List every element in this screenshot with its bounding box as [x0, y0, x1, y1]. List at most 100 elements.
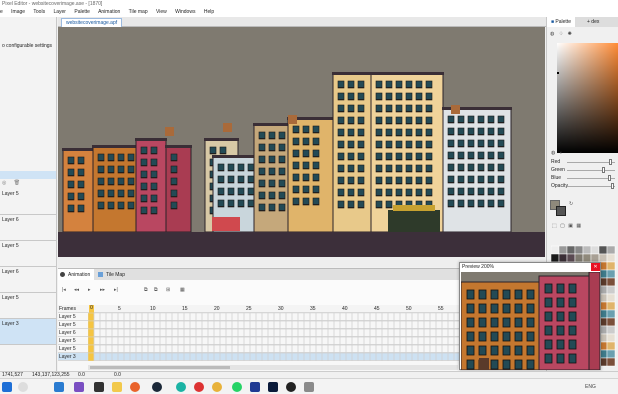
whatsapp-icon[interactable] [232, 382, 242, 392]
menu-item-view[interactable]: View [156, 9, 167, 15]
firefox-icon[interactable] [130, 382, 140, 392]
window-ledge [108, 208, 114, 209]
window-ledge [141, 153, 147, 154]
slider-thumb[interactable] [607, 175, 611, 181]
slider-thumb[interactable] [608, 159, 612, 165]
menu-item-animation[interactable]: Animation [98, 9, 120, 15]
layer-row[interactable]: Layer 5 [0, 189, 56, 215]
frame-cell [387, 344, 395, 354]
menu-item[interactable]: e [0, 9, 3, 15]
document-tab[interactable]: websitecoverimage.apf [61, 18, 123, 27]
window [375, 152, 383, 161]
chrome-icon[interactable] [212, 382, 222, 392]
window-ledge [238, 194, 244, 195]
eye-icon[interactable]: ◎ [2, 180, 6, 186]
add-frame-icon[interactable]: ⊞ [166, 287, 170, 293]
play-icon[interactable]: ▸ [88, 287, 91, 293]
delete-icon[interactable]: 🗑 [14, 180, 20, 186]
photoshop-icon[interactable] [268, 382, 278, 392]
language-indicator[interactable]: ENG [585, 384, 596, 390]
window [357, 200, 365, 209]
menu-item-tilemap[interactable]: Tile map [129, 9, 148, 15]
tab-palette[interactable]: ■ Palette [547, 17, 575, 27]
palette-add-icon[interactable]: ⬚ [552, 223, 557, 229]
pixel-art-canvas[interactable] [58, 27, 545, 267]
slider-thumb[interactable] [602, 167, 606, 173]
timeline-scrollbar[interactable] [88, 365, 458, 370]
dropper-icon[interactable]: ♢ [559, 31, 563, 37]
palette-icon[interactable]: ◍ [550, 31, 554, 37]
windows-icon[interactable] [2, 382, 12, 392]
app-icon[interactable] [286, 382, 296, 392]
frame-cell [285, 320, 293, 330]
search-icon[interactable] [18, 382, 28, 392]
menu-item-help[interactable]: Help [204, 9, 214, 15]
vscode-icon[interactable] [54, 382, 64, 392]
window-ledge [478, 122, 484, 123]
frame-cell [243, 336, 251, 346]
powershell-icon[interactable] [250, 382, 260, 392]
close-icon[interactable]: ✕ [591, 263, 600, 271]
steam-icon[interactable] [152, 382, 162, 392]
menu-item-tools[interactable]: Tools [33, 9, 45, 15]
terminal-icon[interactable] [94, 382, 104, 392]
layer-row[interactable]: Layer 6 [0, 215, 56, 241]
menu-item-palette[interactable]: Palette [74, 9, 90, 15]
canvas-area[interactable] [58, 27, 545, 267]
onion-skin-icon[interactable]: ⧉ [144, 287, 148, 293]
scroll-thumb[interactable] [90, 366, 230, 369]
prev-frame-icon[interactable]: ◂◂ [74, 287, 79, 293]
appicon-2[interactable] [304, 382, 314, 392]
window-ledge [376, 207, 382, 208]
preview-window [514, 289, 523, 300]
frame-cells[interactable] [88, 305, 460, 361]
last-frame-icon[interactable]: ▸| [114, 287, 118, 293]
hsv-icon[interactable]: ◐ [560, 150, 563, 156]
copy-frame-icon[interactable]: ⧉ [154, 287, 158, 293]
menu-item-windows[interactable]: Windows [175, 9, 195, 15]
window [67, 180, 75, 189]
timeline-grid[interactable]: Frames 0 5 10 15 20 25 30 35 40 45 50 55… [58, 305, 460, 369]
palette-swatch [606, 277, 616, 287]
explorer-icon[interactable] [112, 382, 122, 392]
palette-load-icon[interactable]: ▢ [560, 223, 565, 229]
film-icon[interactable]: ▦ [180, 287, 185, 293]
settings-icon[interactable]: ✺ [568, 31, 572, 37]
rgb-icon[interactable]: ◍ [551, 150, 555, 156]
color-picker[interactable] [557, 43, 618, 153]
palette-edit-icon[interactable]: ▦ [576, 223, 581, 229]
red-slider[interactable] [567, 162, 615, 163]
layer-row[interactable]: Layer 5 [0, 293, 56, 319]
frame-cell [249, 312, 257, 322]
frame-cell [105, 344, 113, 354]
tab-tile-map[interactable]: Tile Map [96, 269, 129, 280]
window [447, 199, 455, 208]
window [170, 189, 178, 198]
preview-window [556, 353, 565, 364]
first-frame-icon[interactable]: |◂ [62, 287, 66, 293]
layer-row[interactable]: Layer 5 [0, 241, 56, 267]
edge-icon[interactable] [176, 382, 186, 392]
frame-cell [111, 312, 119, 322]
preview-window [502, 345, 511, 356]
visualstudio-icon[interactable] [74, 382, 84, 392]
tab-index[interactable]: + dex [583, 17, 603, 27]
window-ledge [259, 198, 265, 199]
palette-save-icon[interactable]: ▣ [568, 223, 573, 229]
window [415, 104, 423, 113]
picker-cursor[interactable] [557, 72, 559, 74]
layer-row[interactable]: Layer 6 [0, 267, 56, 293]
swap-colors-icon[interactable]: ↻ [569, 201, 573, 207]
secondary-color[interactable] [556, 206, 566, 216]
next-frame-icon[interactable]: ▸▸ [100, 287, 105, 293]
slider-thumb[interactable] [611, 183, 615, 189]
menu-item-image[interactable]: Image [11, 9, 25, 15]
frame-cell [381, 320, 389, 330]
window-ledge [488, 182, 494, 183]
media-icon[interactable] [194, 382, 204, 392]
opacity-slider[interactable] [567, 186, 615, 187]
green-slider[interactable] [567, 170, 615, 171]
layer-row-selected[interactable]: Layer 3 [0, 319, 56, 345]
menu-item-layer[interactable]: Layer [53, 9, 66, 15]
tab-animation[interactable]: Animation [58, 269, 95, 280]
